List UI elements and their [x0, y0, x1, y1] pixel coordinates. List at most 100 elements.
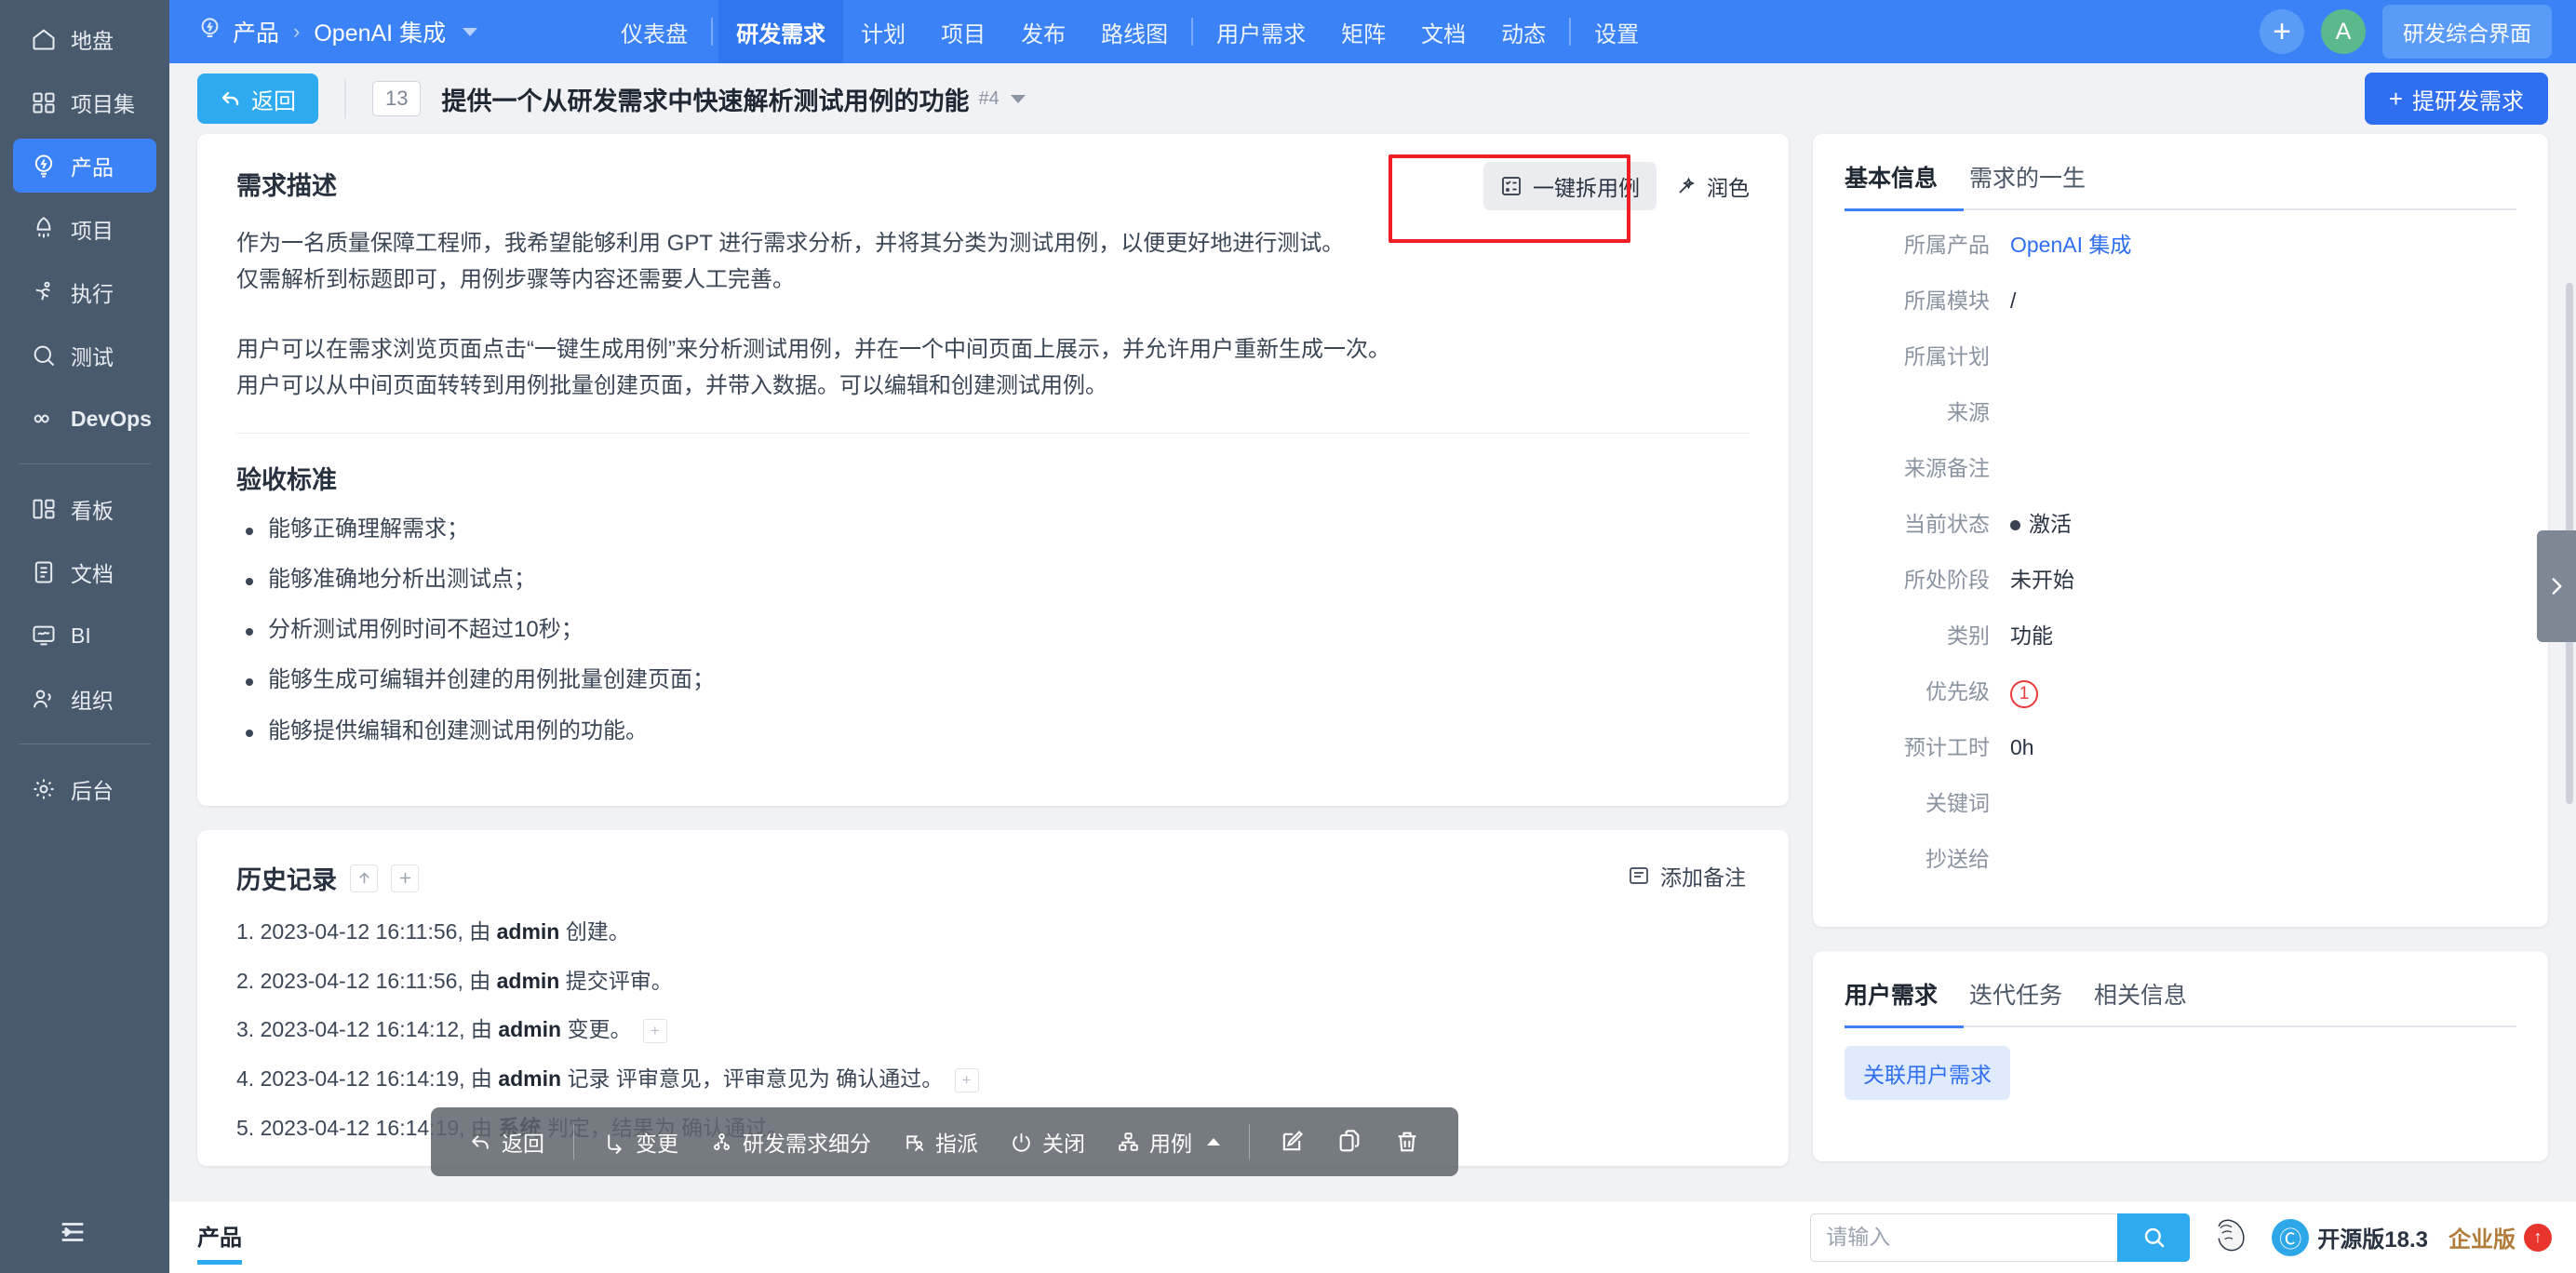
info-value-product[interactable]: OpenAI 集成	[2010, 229, 2131, 261]
nav-tab-userstory[interactable]: 用户需求	[1199, 0, 1323, 63]
history-header: 历史记录	[236, 860, 1750, 896]
sidebar-item-kanban[interactable]: 看板	[13, 482, 156, 536]
nav-tab-roadmap[interactable]: 路线图	[1083, 0, 1186, 63]
nav-tab-release[interactable]: 发布	[1003, 0, 1083, 63]
info-row: 所处阶段 未开始	[1845, 564, 2516, 620]
infinity-icon	[30, 405, 58, 433]
sidebar-item-admin[interactable]: 后台	[13, 762, 156, 816]
info-tab-list: 基本信息 需求的一生	[1845, 160, 2516, 208]
float-close-button[interactable]: 关闭	[994, 1126, 1101, 1158]
nav-tab-project[interactable]: 项目	[923, 0, 1003, 63]
description-paragraph: 作为一名质量保障工程师，我希望能够利用 GPT 进行需求分析，并将其分类为测试用…	[236, 231, 1345, 256]
version-chevron-down-icon[interactable]	[1010, 94, 1026, 103]
polish-button[interactable]: 润色	[1675, 170, 1750, 202]
sidebar-item-dipan[interactable]: 地盘	[13, 12, 156, 66]
search-button[interactable]	[2117, 1213, 2191, 1262]
tab-related-info[interactable]: 相关信息	[2094, 977, 2187, 1025]
float-case-button[interactable]: 用例	[1101, 1126, 1236, 1158]
back-button[interactable]: 返回	[197, 74, 318, 124]
tab-iteration-task[interactable]: 迭代任务	[1969, 977, 2062, 1025]
status-dot-icon	[2010, 520, 2020, 531]
version-brand[interactable]: Ⓒ 开源版18.3	[2272, 1218, 2428, 1256]
runner-icon	[30, 278, 58, 306]
sidebar-item-doc[interactable]: 文档	[13, 545, 156, 599]
collapse-sidebar-button[interactable]	[52, 1212, 93, 1253]
relation-card: 用户需求 迭代任务 相关信息 关联用户需求	[1813, 951, 2548, 1161]
search-input[interactable]	[1810, 1213, 2118, 1262]
add-note-button[interactable]: 添加备注	[1628, 860, 1746, 891]
float-copy-button[interactable]	[1321, 1129, 1378, 1155]
sidebar-item-label: 后台	[71, 779, 114, 803]
float-assign-button[interactable]: 指派	[887, 1126, 994, 1158]
float-edit-button[interactable]	[1263, 1129, 1321, 1155]
sidebar-item-product[interactable]: 产品	[13, 139, 156, 193]
info-label: 抄送给	[1925, 847, 1990, 871]
sidebar-item-test[interactable]: 测试	[13, 328, 156, 382]
collapse-history-icon[interactable]	[350, 864, 378, 892]
avatar[interactable]: A	[2321, 9, 2366, 54]
info-row: 优先级 1	[1845, 676, 2516, 731]
info-tab-underline	[1845, 208, 2516, 211]
info-row: 所属计划	[1845, 341, 2516, 396]
split-to-cases-button[interactable]: 一键拆用例	[1483, 162, 1657, 210]
add-note-label: 添加备注	[1660, 865, 1746, 891]
tab-basic-info[interactable]: 基本信息	[1845, 160, 1938, 208]
description-paragraph: 用户可以在需求浏览页面点击“一键生成用例”来分析测试用例，并在一个中间页面上展示…	[236, 336, 1390, 362]
create-story-label: 提研发需求	[2412, 88, 2524, 114]
caret-up-icon	[1207, 1138, 1220, 1146]
story-version: #4	[978, 87, 1000, 109]
main-column: 一键拆用例 润色 需求描述 作为一名质量保障工程师，我希望能够利用 GPT 进行…	[197, 134, 1789, 1200]
nav-tab-story[interactable]: 研发需求	[718, 0, 844, 63]
copy-icon	[1339, 1130, 1360, 1152]
kanban-icon	[30, 495, 58, 523]
float-delete-button[interactable]	[1378, 1129, 1436, 1155]
add-button[interactable]: +	[2260, 9, 2304, 54]
expand-entry-icon[interactable]: +	[642, 1019, 667, 1044]
story-id-badge: 13	[372, 81, 422, 116]
expand-drawer-handle[interactable]	[2537, 530, 2576, 642]
sidebar-item-label: 测试	[71, 345, 114, 369]
enterprise-label: 企业版	[2449, 1227, 2516, 1253]
nav-tab-settings[interactable]: 设置	[1576, 0, 1657, 63]
polish-label: 润色	[1707, 176, 1750, 200]
nav-tab-dashboard[interactable]: 仪表盘	[603, 0, 705, 63]
breadcrumb-current[interactable]: OpenAI 集成	[314, 15, 446, 48]
home-icon	[30, 25, 58, 53]
float-divider	[1249, 1124, 1250, 1159]
link-user-story-button[interactable]: 关联用户需求	[1845, 1046, 2010, 1100]
footer-tab-product[interactable]: 产品	[197, 1219, 242, 1265]
conch-icon[interactable]	[2210, 1214, 2251, 1260]
tab-story-lifecycle[interactable]: 需求的一生	[1969, 160, 2086, 208]
info-label: 优先级	[1925, 679, 1990, 704]
expand-entry-icon[interactable]: +	[954, 1068, 979, 1093]
sidebar-item-project[interactable]: 项目	[13, 202, 156, 256]
sidebar-item-devops[interactable]: DevOps	[13, 392, 156, 446]
nav-tab-dynamic[interactable]: 动态	[1483, 0, 1563, 63]
info-label: 来源备注	[1904, 456, 1990, 480]
expand-history-icon[interactable]	[391, 864, 419, 892]
info-value-module: /	[2010, 288, 2017, 313]
search-icon	[2144, 1227, 2165, 1248]
enterprise-upgrade[interactable]: 企业版 ↑	[2449, 1221, 2552, 1253]
chevron-down-icon[interactable]	[463, 27, 478, 36]
breadcrumb-root[interactable]: 产品	[233, 15, 279, 48]
criteria-heading: 验收标准	[236, 465, 337, 494]
sidebar-item-execution[interactable]: 执行	[13, 265, 156, 319]
sidebar-divider-1	[19, 463, 151, 464]
nav-tab-doc[interactable]: 文档	[1403, 0, 1483, 63]
float-split-story-button[interactable]: 研发需求细分	[694, 1126, 887, 1158]
float-back-button[interactable]: 返回	[453, 1126, 560, 1158]
sidebar-item-org[interactable]: 组织	[13, 672, 156, 726]
float-change-button[interactable]: 变更	[587, 1126, 694, 1158]
tab-user-story[interactable]: 用户需求	[1845, 977, 1938, 1025]
sidebar-item-bi[interactable]: BI	[13, 609, 156, 663]
sidebar-item-program[interactable]: 项目集	[13, 75, 156, 129]
workspace-switch-button[interactable]: 研发综合界面	[2382, 5, 2552, 59]
nav-tab-list: 仪表盘 研发需求 计划 项目 发布 路线图 用户需求 矩阵 文档 动态 设置	[603, 0, 1657, 63]
create-story-button[interactable]: + 提研发需求	[2364, 73, 2548, 125]
sidebar-item-label: 项目集	[71, 92, 135, 116]
nav-tab-matrix[interactable]: 矩阵	[1323, 0, 1403, 63]
doc-icon	[30, 558, 58, 586]
nav-tab-plan[interactable]: 计划	[843, 0, 923, 63]
section-divider	[236, 432, 1750, 434]
